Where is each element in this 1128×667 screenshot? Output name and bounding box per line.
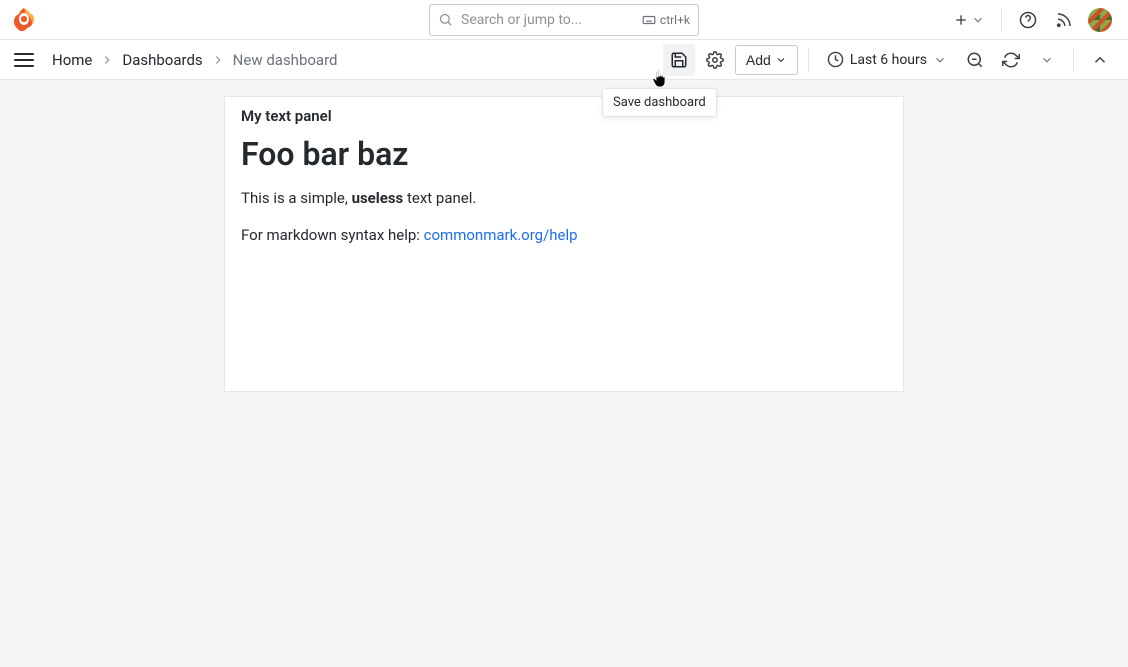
new-menu-button[interactable] <box>947 4 991 36</box>
grafana-logo[interactable] <box>12 8 36 32</box>
refresh-icon <box>1002 51 1020 69</box>
add-button-label: Add <box>746 52 771 68</box>
chevron-down-icon <box>1040 53 1054 67</box>
text-panel[interactable]: My text panel Foo bar baz This is a simp… <box>224 96 904 392</box>
global-search[interactable]: Search or jump to... ctrl+k <box>429 4 699 36</box>
plus-icon <box>953 12 969 28</box>
breadcrumb-dashboards[interactable]: Dashboards <box>122 51 202 69</box>
chevron-up-icon <box>1091 51 1109 69</box>
search-icon <box>438 12 453 27</box>
save-icon <box>670 51 688 69</box>
refresh-button[interactable] <box>995 44 1027 76</box>
global-topbar: Search or jump to... ctrl+k <box>0 0 1128 40</box>
dashboard-settings-button[interactable] <box>699 44 731 76</box>
time-range-label: Last 6 hours <box>850 52 927 68</box>
gear-icon <box>706 51 724 69</box>
breadcrumb: Home Dashboards New dashboard <box>52 51 337 69</box>
refresh-interval-button[interactable] <box>1031 44 1063 76</box>
breadcrumb-current: New dashboard <box>233 51 338 69</box>
breadcrumb-home[interactable]: Home <box>52 51 92 69</box>
panel-heading: Foo bar baz <box>241 135 887 173</box>
dashboard-navbar: Home Dashboards New dashboard Add <box>0 40 1128 80</box>
panel-paragraph-1: This is a simple, useless text panel. <box>241 187 887 210</box>
chevron-down-icon <box>933 53 947 67</box>
separator <box>1001 8 1002 32</box>
zoom-out-icon <box>966 51 984 69</box>
zoom-out-button[interactable] <box>959 44 991 76</box>
markdown-help-link[interactable]: commonmark.org/help <box>424 226 578 244</box>
search-placeholder: Search or jump to... <box>461 12 634 28</box>
chevron-right-icon <box>211 53 225 67</box>
news-button[interactable] <box>1048 4 1080 36</box>
dashboard-canvas: My text panel Foo bar baz This is a simp… <box>0 80 1128 408</box>
time-range-picker[interactable]: Last 6 hours <box>819 44 955 76</box>
chevron-down-icon <box>775 54 787 66</box>
search-shortcut: ctrl+k <box>642 13 690 27</box>
toggle-top-bar-button[interactable] <box>1084 44 1116 76</box>
profile-button[interactable] <box>1084 4 1116 36</box>
panel-paragraph-2: For markdown syntax help: commonmark.org… <box>241 224 887 247</box>
help-button[interactable] <box>1012 4 1044 36</box>
avatar <box>1088 8 1112 32</box>
clock-icon <box>827 51 844 68</box>
save-tooltip: Save dashboard <box>602 88 717 117</box>
separator <box>808 48 809 72</box>
panel-title: My text panel <box>241 107 887 125</box>
separator <box>1073 48 1074 72</box>
chevron-right-icon <box>100 53 114 67</box>
rss-icon <box>1055 11 1073 29</box>
help-icon <box>1019 11 1037 29</box>
cursor-icon <box>652 68 668 88</box>
keyboard-icon <box>642 13 656 27</box>
add-panel-button[interactable]: Add <box>735 45 798 75</box>
menu-toggle-button[interactable] <box>12 48 36 72</box>
chevron-down-icon <box>971 13 985 27</box>
